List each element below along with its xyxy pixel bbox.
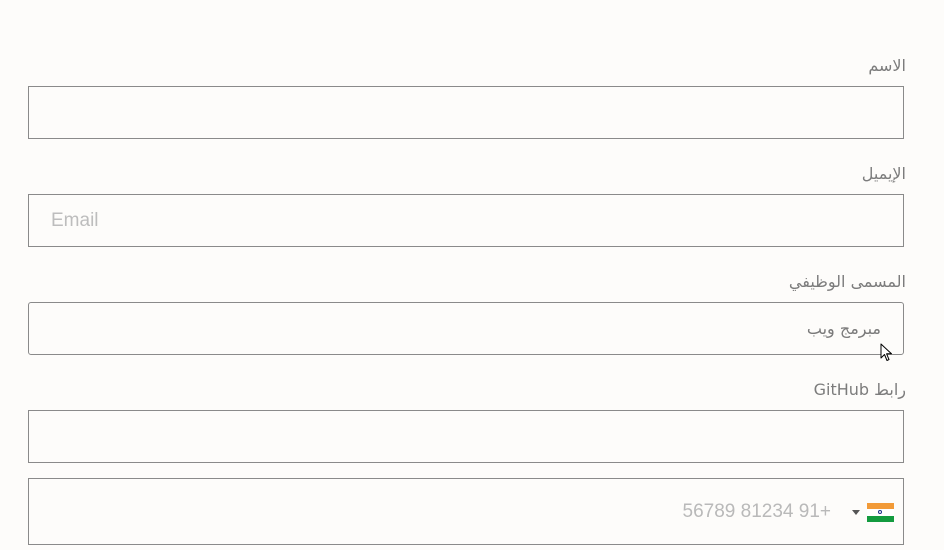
- phone-input[interactable]: [29, 479, 903, 544]
- name-label: الاسم: [868, 56, 906, 75]
- name-input[interactable]: [29, 87, 903, 138]
- job-title-label: المسمى الوظيفي: [788, 272, 906, 291]
- email-field-box: [28, 194, 904, 247]
- name-field-box: [28, 86, 904, 139]
- mouse-cursor-icon: [880, 343, 892, 361]
- chevron-down-icon[interactable]: [852, 510, 860, 515]
- job-title-input[interactable]: [29, 303, 903, 354]
- email-label: الإيميل: [861, 164, 906, 183]
- github-label: رابط GitHub: [813, 380, 906, 399]
- india-flag-icon[interactable]: [867, 503, 894, 522]
- job-title-field-box: [28, 302, 904, 355]
- github-input[interactable]: [29, 411, 903, 462]
- email-input[interactable]: [29, 195, 903, 246]
- phone-field-box: [28, 478, 904, 545]
- github-field-box: [28, 410, 904, 463]
